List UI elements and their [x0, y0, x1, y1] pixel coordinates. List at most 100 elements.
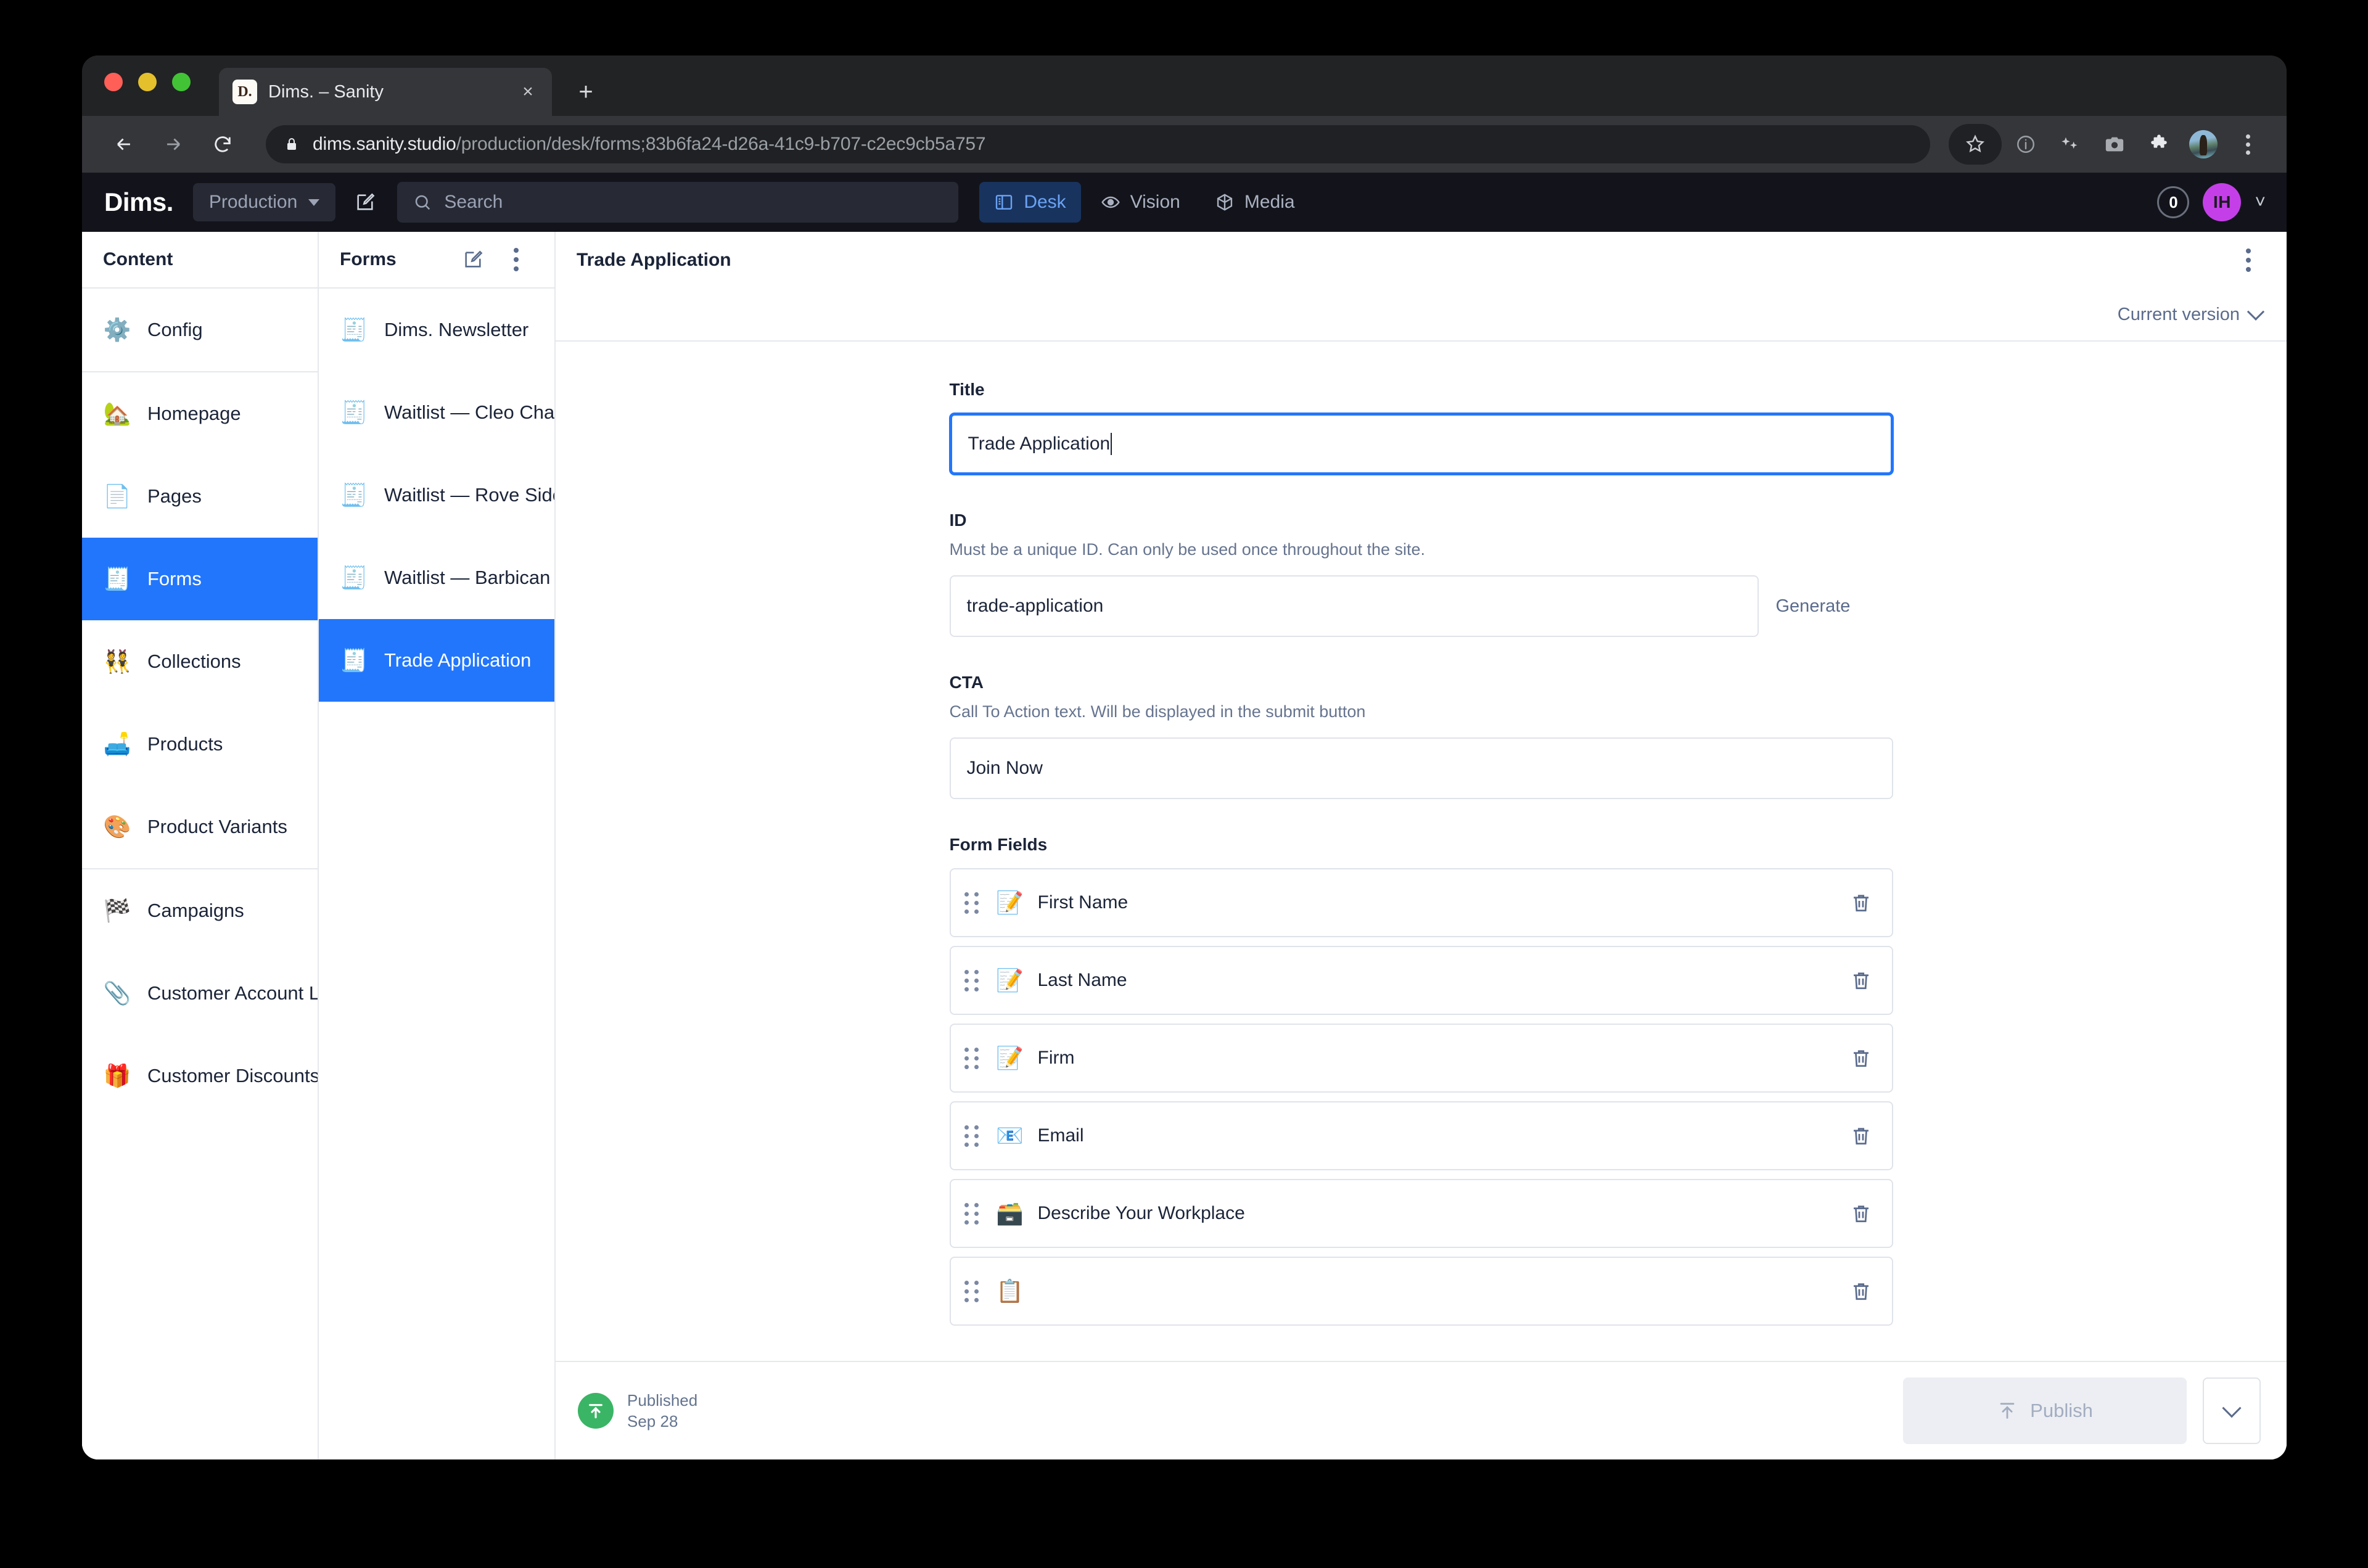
cta-input[interactable]: Join Now	[949, 737, 1893, 799]
id-input[interactable]: trade-application	[949, 575, 1759, 637]
generate-button[interactable]: Generate	[1776, 596, 1851, 617]
trash-icon[interactable]	[1848, 1200, 1875, 1227]
form-field-row[interactable]: 🗃️ Describe Your Workplace	[949, 1179, 1893, 1248]
studio-nav: Desk Vision Media	[979, 182, 1309, 223]
trash-icon[interactable]	[1848, 967, 1875, 994]
sidebar-item-products[interactable]: 🛋️ Products	[82, 703, 318, 786]
list-item-label: Waitlist — Barbican Trolley II	[384, 567, 554, 588]
content-pane-title-text: Content	[103, 249, 173, 269]
studio-logo[interactable]: Dims.	[104, 187, 173, 217]
list-item[interactable]: 🧾 Dims. Newsletter	[319, 289, 554, 371]
trash-icon[interactable]	[1848, 1045, 1875, 1072]
profile-avatar[interactable]	[2183, 124, 2224, 165]
back-icon[interactable]	[104, 125, 144, 164]
sidebar-item-homepage[interactable]: 🏡 Homepage	[82, 372, 318, 455]
form-field-label: Describe Your Workplace	[1037, 1203, 1245, 1223]
sanity-studio: Dims. Production Search Desk Vision Medi…	[82, 173, 2287, 1459]
presence-count-badge[interactable]: 0	[2157, 186, 2190, 218]
receipt-icon: 🧾	[103, 566, 131, 591]
form-field-row[interactable]: 📧 Email	[949, 1101, 1893, 1170]
drag-handle-icon[interactable]	[964, 1047, 979, 1069]
screenshot-camera-icon[interactable]	[2094, 124, 2135, 165]
sidebar-item-forms[interactable]: 🧾 Forms	[82, 538, 318, 620]
form-field-row[interactable]: 📝 Last Name	[949, 946, 1893, 1015]
forward-icon[interactable]	[154, 125, 193, 164]
publish-button[interactable]: Publish	[1903, 1377, 2187, 1444]
list-item[interactable]: 🧾 Waitlist — Rove Side Table	[319, 454, 554, 536]
minimize-window-button[interactable]	[138, 73, 157, 91]
tab-media[interactable]: Media	[1200, 182, 1310, 223]
tab-vision[interactable]: Vision	[1086, 182, 1195, 223]
gift-icon: 🎁	[103, 1063, 131, 1088]
chevron-down-icon[interactable]: ˅	[2255, 192, 2266, 213]
drag-handle-icon[interactable]	[964, 1202, 979, 1225]
people-icon: 👯	[103, 649, 131, 674]
form-field-row[interactable]: 📝 Firm	[949, 1024, 1893, 1093]
version-selector[interactable]: Current version	[2118, 303, 2265, 325]
maximize-window-button[interactable]	[172, 73, 191, 91]
sparkle-icon[interactable]	[2050, 124, 2090, 165]
extensions-puzzle-icon[interactable]	[2139, 124, 2179, 165]
flag-icon: 🏁	[103, 898, 131, 923]
list-item-label: Dims. Newsletter	[384, 319, 529, 340]
drag-handle-icon[interactable]	[964, 1125, 979, 1147]
address-bar[interactable]: dims.sanity.studio/production/desk/forms…	[266, 125, 1930, 163]
form-field-row[interactable]: 📝 First Name	[949, 868, 1893, 937]
drag-handle-icon[interactable]	[964, 1280, 979, 1302]
search-input[interactable]: Search	[397, 182, 959, 223]
memo-icon: 📝	[996, 967, 1024, 993]
workspace-selector[interactable]: Production	[192, 183, 336, 221]
document-body[interactable]: Title Trade Application ID Must be a uni…	[556, 342, 2287, 1361]
studio-header-right: 0 IH ˅	[2157, 183, 2272, 221]
compose-icon[interactable]	[347, 184, 384, 221]
browser-menu-icon[interactable]	[2227, 124, 2268, 165]
sidebar-item-config[interactable]: ⚙️ Config	[82, 289, 318, 371]
house-icon: 🏡	[103, 401, 131, 426]
search-icon	[416, 195, 430, 210]
sidebar-item-collections[interactable]: 👯 Collections	[82, 620, 318, 703]
avatar[interactable]: IH	[2203, 183, 2242, 221]
sidebar-item-pages[interactable]: 📄 Pages	[82, 455, 318, 538]
browser-toolbar-icons	[1945, 124, 2268, 165]
title-input[interactable]: Trade Application	[949, 413, 1893, 475]
info-circle-icon[interactable]	[2005, 124, 2046, 165]
tab-media-label: Media	[1244, 192, 1295, 212]
browser-tab[interactable]: D. Dims. – Sanity ×	[219, 68, 552, 116]
list-item[interactable]: 🧾 Trade Application	[319, 619, 554, 702]
content-pane: Content ⚙️ Config 🏡 Homepage 📄 Pages 🧾 Forms 👯 Co…	[82, 232, 319, 1459]
scroll-fade	[556, 1355, 2287, 1361]
paperclip-icon: 📎	[103, 980, 131, 1006]
reload-icon[interactable]	[203, 125, 242, 164]
bookmark-star-icon[interactable]	[1949, 124, 2002, 165]
sidebar-item-customer-discounts[interactable]: 🎁 Customer Discounts	[82, 1035, 318, 1117]
receipt-icon: 🧾	[340, 482, 368, 507]
drag-handle-icon[interactable]	[964, 969, 979, 991]
close-icon[interactable]: ×	[516, 80, 540, 104]
trash-icon[interactable]	[1848, 1278, 1875, 1305]
sidebar-item-label: Customer Discounts	[147, 1065, 318, 1086]
form-field-row[interactable]: 📋	[949, 1257, 1893, 1326]
close-window-button[interactable]	[104, 73, 123, 91]
trash-icon[interactable]	[1848, 1122, 1875, 1149]
sidebar-item-customer-account-links[interactable]: 📎 Customer Account Links	[82, 952, 318, 1035]
list-item[interactable]: 🧾 Waitlist — Cleo Chair	[319, 371, 554, 454]
desk-icon	[996, 195, 1013, 210]
new-tab-button[interactable]: +	[572, 78, 600, 106]
title-input-value: Trade Application	[968, 433, 1111, 454]
tab-desk[interactable]: Desk	[979, 182, 1081, 223]
compose-icon[interactable]	[456, 242, 490, 277]
list-item-label: Waitlist — Rove Side Table	[384, 484, 554, 506]
sidebar-item-product-variants[interactable]: 🎨 Product Variants	[82, 786, 318, 868]
kebab-menu-icon[interactable]	[2231, 243, 2266, 277]
drag-handle-icon[interactable]	[964, 892, 979, 914]
cta-input-value: Join Now	[966, 758, 1043, 778]
address-path: /production/desk/forms;83b6fa24-d26a-41c…	[456, 134, 986, 154]
trash-icon[interactable]	[1848, 889, 1875, 916]
search-placeholder: Search	[444, 192, 503, 212]
kebab-menu-icon[interactable]	[499, 242, 533, 277]
document-pane: Trade Application Current version Title …	[556, 232, 2287, 1459]
sidebar-item-campaigns[interactable]: 🏁 Campaigns	[82, 869, 318, 952]
form-fields-label: Form Fields	[949, 835, 1048, 854]
publish-options-button[interactable]	[2203, 1377, 2261, 1444]
list-item[interactable]: 🧾 Waitlist — Barbican Trolley II	[319, 536, 554, 619]
